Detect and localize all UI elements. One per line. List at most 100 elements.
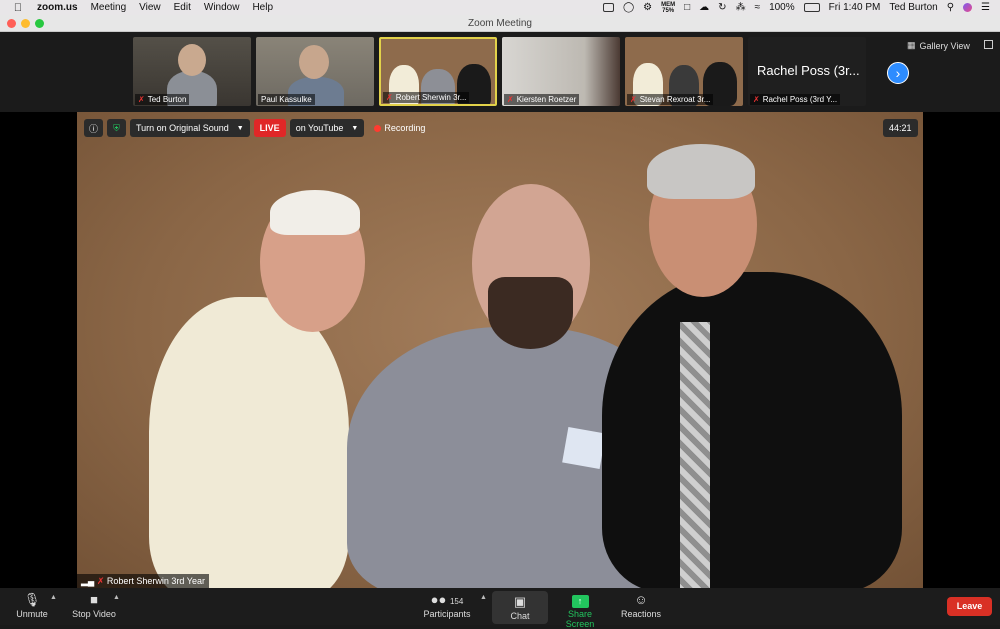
participants-button[interactable]: ●● 154 Participants (422, 591, 472, 619)
right-person-hair (647, 144, 755, 199)
shield-icon: ⛨ (113, 122, 120, 133)
fullscreen-icon[interactable] (984, 40, 993, 49)
right-person-body (602, 272, 902, 588)
menu-view[interactable]: View (139, 2, 161, 13)
menu-app-name[interactable]: zoom.us (37, 2, 78, 13)
speaker-name-label: Robert Sherwin 3rd Year (106, 576, 205, 586)
muted-mic-icon: ✗ (386, 93, 393, 102)
live-platform-label: on YouTube (295, 123, 344, 133)
sync-icon[interactable]: ◯ (623, 2, 634, 13)
text-icon[interactable]: □ (684, 2, 690, 13)
participant-head (299, 45, 329, 79)
time-machine-icon[interactable]: ↻ (718, 2, 726, 13)
mem-value: 75% (662, 7, 675, 14)
participant-tile-kiersten-roetzer[interactable]: ✗ Kiersten Roetzer (502, 37, 620, 106)
next-page-button[interactable]: › (887, 62, 909, 84)
encryption-button[interactable]: ⛨ (107, 119, 126, 137)
meeting-top-controls: ⓘ ⛨ Turn on Original Sound ▼ LIVE on YouT… (84, 119, 425, 137)
leave-button[interactable]: Leave (947, 597, 992, 616)
video-camera-icon: ■ (90, 592, 98, 607)
chat-label: Chat (510, 611, 530, 621)
menu-help[interactable]: Help (252, 2, 273, 13)
video-options-chevron-icon[interactable]: ▲ (113, 594, 120, 601)
menu-edit[interactable]: Edit (174, 2, 191, 13)
left-person-body (149, 297, 349, 588)
live-stream-dropdown[interactable]: on YouTube ▼ (289, 119, 365, 137)
participant-tile-stevan-rexroat[interactable]: ✗ Stevan Rexroat 3r... (625, 37, 743, 106)
muted-mic-icon: ✗ (753, 95, 760, 104)
muted-microphone-icon: 🎙 (23, 592, 41, 607)
shirt-logo-icon (562, 426, 606, 470)
unmute-label: Unmute (16, 609, 48, 619)
activity-icon[interactable]: ⚙ (643, 2, 652, 13)
window-title: Zoom Meeting (468, 18, 532, 29)
muted-mic-icon: ✗ (138, 95, 145, 104)
chevron-down-icon[interactable]: ▼ (237, 125, 244, 132)
recording-dot-icon (374, 124, 382, 132)
minimize-window-button[interactable] (21, 19, 30, 28)
apple-icon[interactable]:  (11, 2, 25, 14)
wifi-icon[interactable]: ≈ (755, 2, 761, 13)
participant-name: ✗ Stevan Rexroat 3r... (627, 94, 714, 105)
live-badge[interactable]: LIVE (253, 119, 286, 137)
participant-tile-robert-sherwin[interactable]: ✗ Robert Sherwin 3r... (379, 37, 497, 106)
notification-center-icon[interactable]: ☰ (981, 2, 990, 13)
main-video-area: ⓘ ⛨ Turn on Original Sound ▼ LIVE on YouT… (0, 112, 1000, 589)
participants-count: 154 (449, 597, 464, 606)
mac-menu-bar:  zoom.us Meeting View Edit Window Help … (0, 0, 1000, 15)
zoom-status-icon[interactable] (602, 3, 614, 12)
battery-percent: 100% (769, 2, 795, 13)
meeting-info-button[interactable]: ⓘ (84, 119, 103, 137)
participant-tile-ted-burton[interactable]: ✗ Ted Burton (133, 37, 251, 106)
cloud-icon[interactable]: ☁ (699, 2, 709, 13)
muted-mic-icon: ✗ (96, 576, 105, 586)
menu-window[interactable]: Window (204, 2, 240, 13)
reactions-label: Reactions (620, 609, 662, 619)
info-icon: ⓘ (88, 123, 98, 134)
unmute-button[interactable]: 🎙 Unmute (14, 591, 50, 619)
grid-icon: ▦ (907, 40, 916, 50)
participant-tile-paul-kassulke[interactable]: Paul Kassulke (256, 37, 374, 106)
siri-icon[interactable] (963, 3, 973, 12)
original-sound-label: Turn on Original Sound (136, 123, 229, 133)
battery-icon[interactable] (803, 3, 820, 12)
stop-video-button[interactable]: ■ Stop Video (70, 591, 118, 619)
active-speaker-name: ▂▄ ✗ Robert Sherwin 3rd Year (77, 574, 209, 589)
share-screen-button[interactable]: ↑ Share Screen (553, 591, 607, 629)
participants-options-chevron-icon[interactable]: ▲ (480, 594, 487, 601)
share-arrow-icon: ↑ (571, 595, 589, 608)
zoom-window-button[interactable] (35, 19, 44, 28)
chat-bubble-icon: ▣ (513, 594, 527, 609)
menu-meeting[interactable]: Meeting (91, 2, 127, 13)
gallery-strip: ✗ Ted Burton Paul Kassulke ✗ Robert Sherwi… (0, 32, 1000, 112)
spotlight-search-icon[interactable]: ⚲ (947, 2, 954, 13)
memory-meter[interactable]: MEM 75% (661, 2, 675, 14)
meeting-toolbar: 🎙 Unmute ▲ ■ Stop Video ▲ ●● 154 Partici… (0, 588, 1000, 629)
menu-user[interactable]: Ted Burton (889, 2, 937, 13)
meeting-timer: 44:21 (883, 119, 918, 137)
participant-name: ✗ Ted Burton (135, 94, 190, 105)
participants-label: Participants (423, 609, 471, 619)
participant-display-name: Rachel Poss (3r... (757, 63, 860, 78)
participant-name: Paul Kassulke (258, 94, 315, 105)
chevron-down-icon: ▼ (351, 124, 359, 132)
chat-button[interactable]: ▣ Chat (492, 591, 548, 624)
bluetooth-icon[interactable]: ⁂ (736, 2, 746, 13)
right-person-tie (680, 322, 710, 588)
muted-mic-icon: ✗ (507, 95, 514, 104)
participants-icon: ●● 154 (430, 592, 464, 607)
smiley-icon: ☺ (634, 592, 648, 607)
recording-indicator[interactable]: Recording (374, 123, 425, 133)
original-sound-button[interactable]: Turn on Original Sound ▼ (130, 119, 250, 137)
chevron-right-icon: › (895, 65, 901, 81)
reactions-button[interactable]: ☺ Reactions (619, 591, 663, 619)
stop-video-label: Stop Video (72, 609, 116, 619)
audio-options-chevron-icon[interactable]: ▲ (50, 594, 57, 601)
left-person-hair (270, 190, 360, 235)
clock[interactable]: Fri 1:40 PM (829, 2, 881, 13)
close-window-button[interactable] (7, 19, 16, 28)
gallery-view-button[interactable]: ▦ Gallery View (907, 40, 970, 51)
muted-mic-icon: ✗ (630, 95, 637, 104)
window-title-bar: Zoom Meeting (0, 15, 1000, 32)
participant-tile-rachel-poss[interactable]: Rachel Poss (3r... ✗ Rachel Poss (3rd Y..… (748, 37, 866, 106)
